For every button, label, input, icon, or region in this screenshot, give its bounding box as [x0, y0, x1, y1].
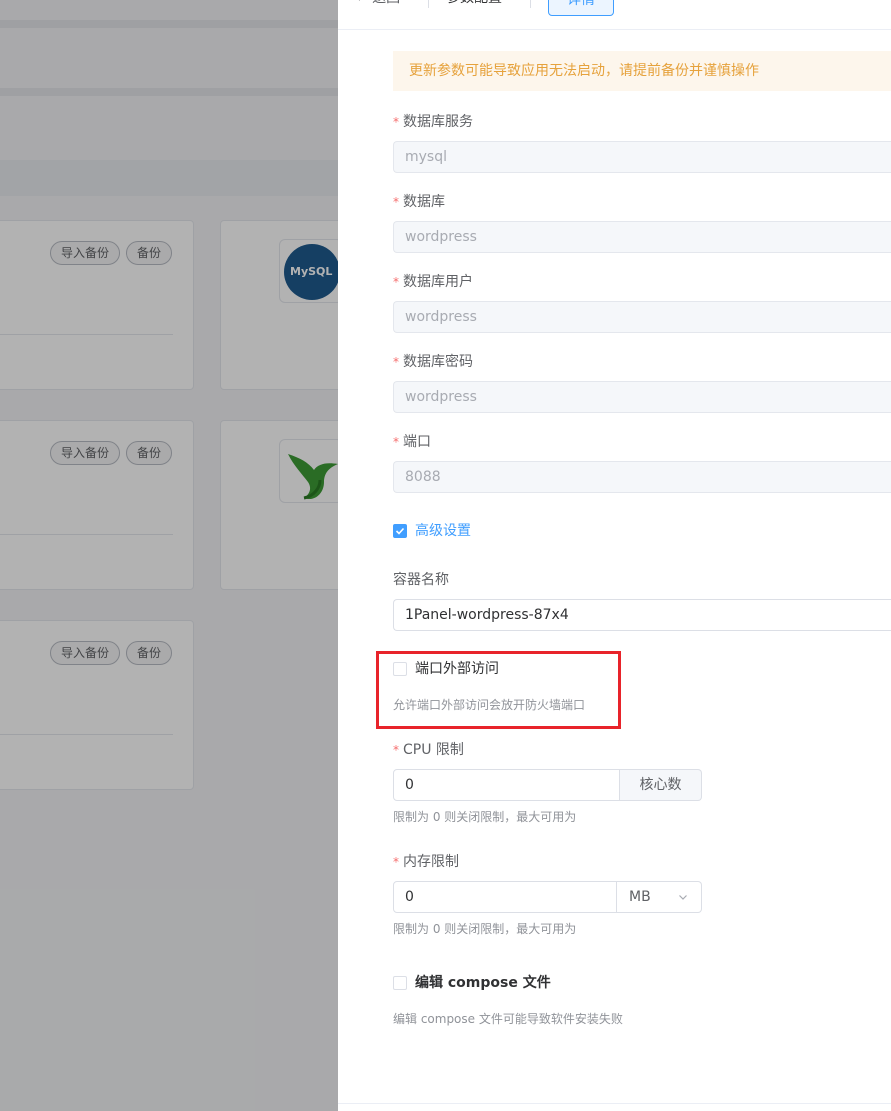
db-password-input[interactable]: wordpress: [393, 381, 891, 413]
footer-divider: [338, 1103, 891, 1104]
memory-limit-hint: 限制为 0 则关闭限制，最大可用为: [393, 922, 577, 936]
header-divider: [530, 0, 531, 8]
port-label: * 端口: [393, 434, 431, 450]
back-label: 返回: [372, 0, 400, 6]
memory-unit-value: MB: [629, 889, 651, 905]
db-service-label: * 数据库服务: [393, 114, 473, 130]
advanced-settings-label[interactable]: 高级设置: [415, 521, 471, 541]
header-divider: [428, 0, 429, 8]
memory-unit-select[interactable]: MB: [617, 881, 702, 913]
advanced-settings-checkbox[interactable]: [393, 524, 407, 538]
chevron-down-icon: [679, 895, 687, 900]
highlight-box: [376, 651, 621, 729]
container-name-label: 容器名称: [393, 572, 449, 588]
container-name-input[interactable]: 1Panel-wordpress-87x4: [393, 599, 891, 631]
memory-limit-input[interactable]: 0: [393, 881, 617, 913]
port-input[interactable]: 8088: [393, 461, 891, 493]
db-user-input[interactable]: wordpress: [393, 301, 891, 333]
cpu-limit-input[interactable]: 0: [393, 769, 620, 801]
memory-limit-label: * 内存限制: [393, 854, 459, 870]
database-label: * 数据库: [393, 194, 445, 210]
back-link[interactable]: ← 返回: [356, 0, 400, 8]
edit-compose-checkbox[interactable]: [393, 976, 407, 990]
drawer-header: ← 返回 参数配置 详情: [338, 0, 891, 30]
cpu-unit-label: 核心数: [620, 769, 702, 801]
check-icon: [395, 527, 405, 535]
db-user-label: * 数据库用户: [393, 274, 473, 290]
app-params-drawer: ← 返回 参数配置 详情 更新参数可能导致应用无法启动，请提前备份并谨慎操作 *…: [338, 0, 891, 1111]
db-password-label: * 数据库密码: [393, 354, 473, 370]
warning-alert: 更新参数可能导致应用无法启动，请提前备份并谨慎操作: [393, 51, 891, 91]
cpu-limit-hint: 限制为 0 则关闭限制，最大可用为: [393, 810, 577, 824]
database-input[interactable]: wordpress: [393, 221, 891, 253]
cpu-limit-label: * CPU 限制: [393, 742, 464, 758]
edit-compose-label[interactable]: 编辑 compose 文件: [415, 973, 551, 993]
db-service-input[interactable]: mysql: [393, 141, 891, 173]
drawer-title: 参数配置: [446, 0, 502, 8]
edit-compose-hint: 编辑 compose 文件可能导致软件安装失败: [393, 1012, 623, 1026]
arrow-left-icon: ←: [356, 0, 368, 6]
tab-details[interactable]: 详情: [548, 0, 614, 16]
